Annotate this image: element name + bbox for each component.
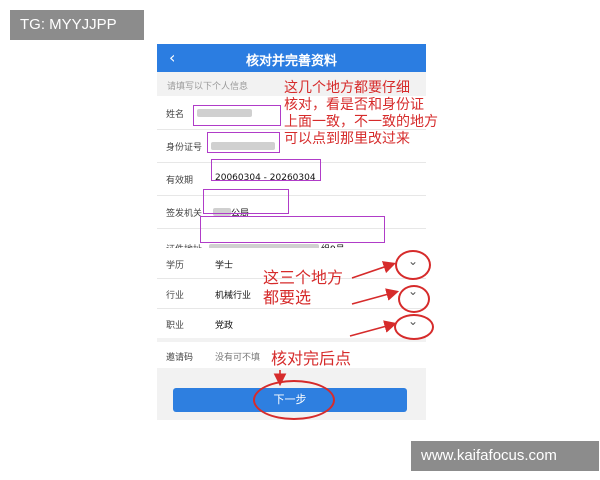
annotation-note-select: 这三个地方 都要选 (263, 268, 344, 307)
highlight-oval-education (395, 250, 431, 280)
watermark-top-left: TG: MYYJJPP (10, 10, 144, 40)
highlight-oval-industry (398, 285, 430, 313)
name-label: 姓名 (166, 110, 185, 120)
occupation-label: 职业 (166, 321, 185, 331)
idnum-label: 身份证号 (166, 143, 203, 153)
industry-value: 机械行业 (215, 291, 252, 301)
highlight-authority (203, 189, 289, 214)
annotation-note-check: 这几个地方都要仔细 核对，看是否和身份证 上面一致，不一致的地方 可以点到那里改… (284, 80, 438, 147)
invite-input[interactable]: 没有可不填 (215, 350, 260, 363)
occupation-row[interactable]: 职业 党政 ⌄ (157, 308, 426, 338)
page-title: 核对并完善资料 (245, 54, 337, 69)
highlight-oval-next (253, 380, 335, 420)
education-label: 学历 (166, 261, 185, 271)
highlight-oval-occupation (394, 314, 434, 340)
hint-text: 请填写以下个人信息 (167, 82, 249, 92)
watermark-bottom-right: www.kaifafocus.com (411, 441, 599, 471)
highlight-idnum (207, 132, 280, 153)
occupation-value: 党政 (215, 321, 234, 331)
title-bar: ‹ 核对并完善资料 (157, 44, 426, 72)
authority-label: 签发机关 (166, 209, 203, 219)
annotation-note-next: 核对完后点 (271, 349, 352, 368)
education-value: 学士 (215, 261, 234, 271)
highlight-validity (211, 159, 321, 181)
validity-label: 有效期 (166, 176, 194, 186)
highlight-address (200, 216, 385, 243)
highlight-name (193, 105, 281, 126)
industry-label: 行业 (166, 291, 185, 301)
invite-label: 邀请码 (166, 353, 194, 363)
